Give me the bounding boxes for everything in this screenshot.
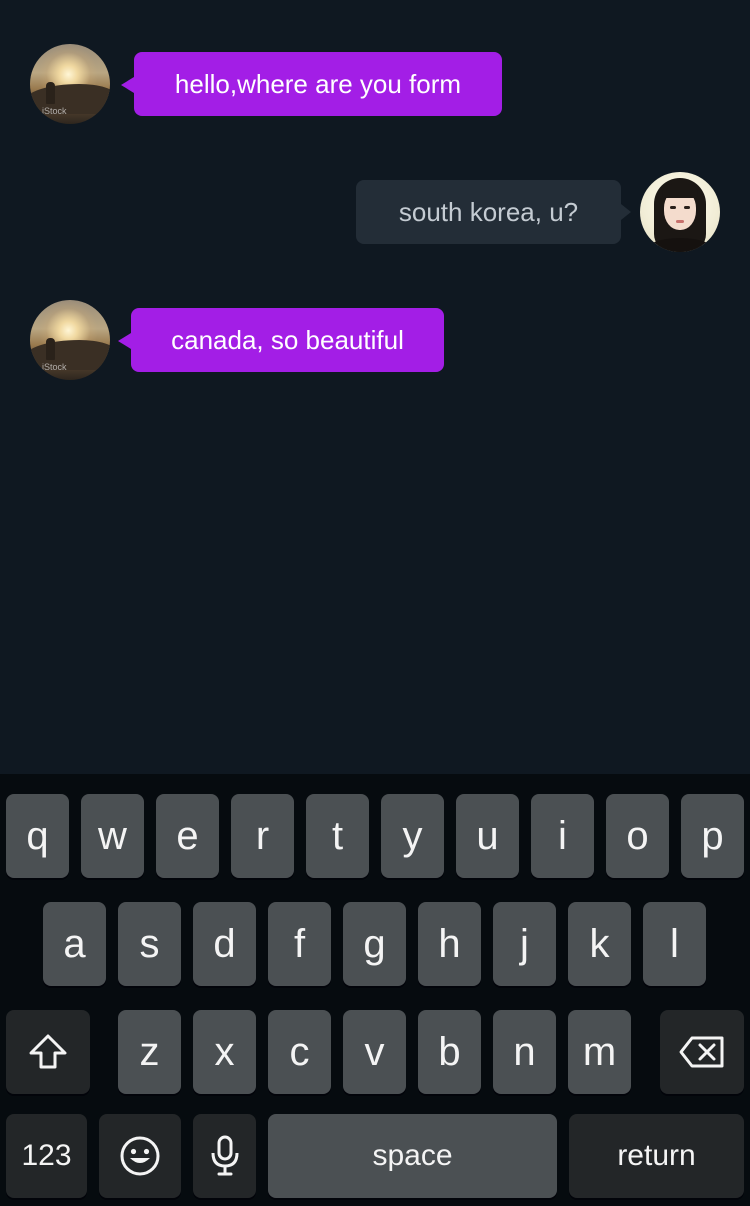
emoji-smile-icon (120, 1136, 160, 1176)
message-bubble-incoming[interactable]: canada, so beautiful (131, 308, 444, 372)
key-s[interactable]: s (118, 902, 181, 986)
microphone-key[interactable] (193, 1114, 256, 1198)
key-o[interactable]: o (606, 794, 669, 878)
key-d[interactable]: d (193, 902, 256, 986)
key-v[interactable]: v (343, 1010, 406, 1094)
key-c[interactable]: c (268, 1010, 331, 1094)
backspace-icon (679, 1036, 724, 1068)
key-m[interactable]: m (568, 1010, 631, 1094)
message-bubble-incoming[interactable]: hello,where are you form (134, 52, 502, 116)
key-k[interactable]: k (568, 902, 631, 986)
user-avatar[interactable] (640, 172, 720, 252)
message-tail (121, 77, 134, 93)
key-x[interactable]: x (193, 1010, 256, 1094)
contact-avatar[interactable]: iStock (30, 300, 110, 380)
emoji-key[interactable] (99, 1114, 181, 1198)
numbers-key[interactable]: 123 (6, 1114, 87, 1198)
message-tail (118, 333, 131, 349)
shift-key[interactable] (6, 1010, 90, 1094)
key-b[interactable]: b (418, 1010, 481, 1094)
key-a[interactable]: a (43, 902, 106, 986)
key-h[interactable]: h (418, 902, 481, 986)
key-e[interactable]: e (156, 794, 219, 878)
key-j[interactable]: j (493, 902, 556, 986)
key-n[interactable]: n (493, 1010, 556, 1094)
key-u[interactable]: u (456, 794, 519, 878)
key-i[interactable]: i (531, 794, 594, 878)
shift-arrow-icon (29, 1034, 67, 1069)
microphone-icon (211, 1135, 238, 1176)
key-z[interactable]: z (118, 1010, 181, 1094)
key-w[interactable]: w (81, 794, 144, 878)
message-tail (621, 204, 631, 220)
avatar-watermark: iStock (42, 106, 67, 116)
key-g[interactable]: g (343, 902, 406, 986)
key-p[interactable]: p (681, 794, 744, 878)
chat-area: iStock hello,where are you form south ko… (0, 0, 750, 774)
contact-avatar[interactable]: iStock (30, 44, 110, 124)
delete-key[interactable] (660, 1010, 744, 1094)
key-y[interactable]: y (381, 794, 444, 878)
key-t[interactable]: t (306, 794, 369, 878)
space-key[interactable]: space (268, 1114, 557, 1198)
key-r[interactable]: r (231, 794, 294, 878)
key-l[interactable]: l (643, 902, 706, 986)
keyboard: q w e r t y u i o p a s d f g h j k l z … (0, 774, 750, 1206)
key-q[interactable]: q (6, 794, 69, 878)
return-key[interactable]: return (569, 1114, 744, 1198)
key-f[interactable]: f (268, 902, 331, 986)
message-bubble-outgoing[interactable]: south korea, u? (356, 180, 621, 244)
avatar-watermark: iStock (42, 362, 67, 372)
